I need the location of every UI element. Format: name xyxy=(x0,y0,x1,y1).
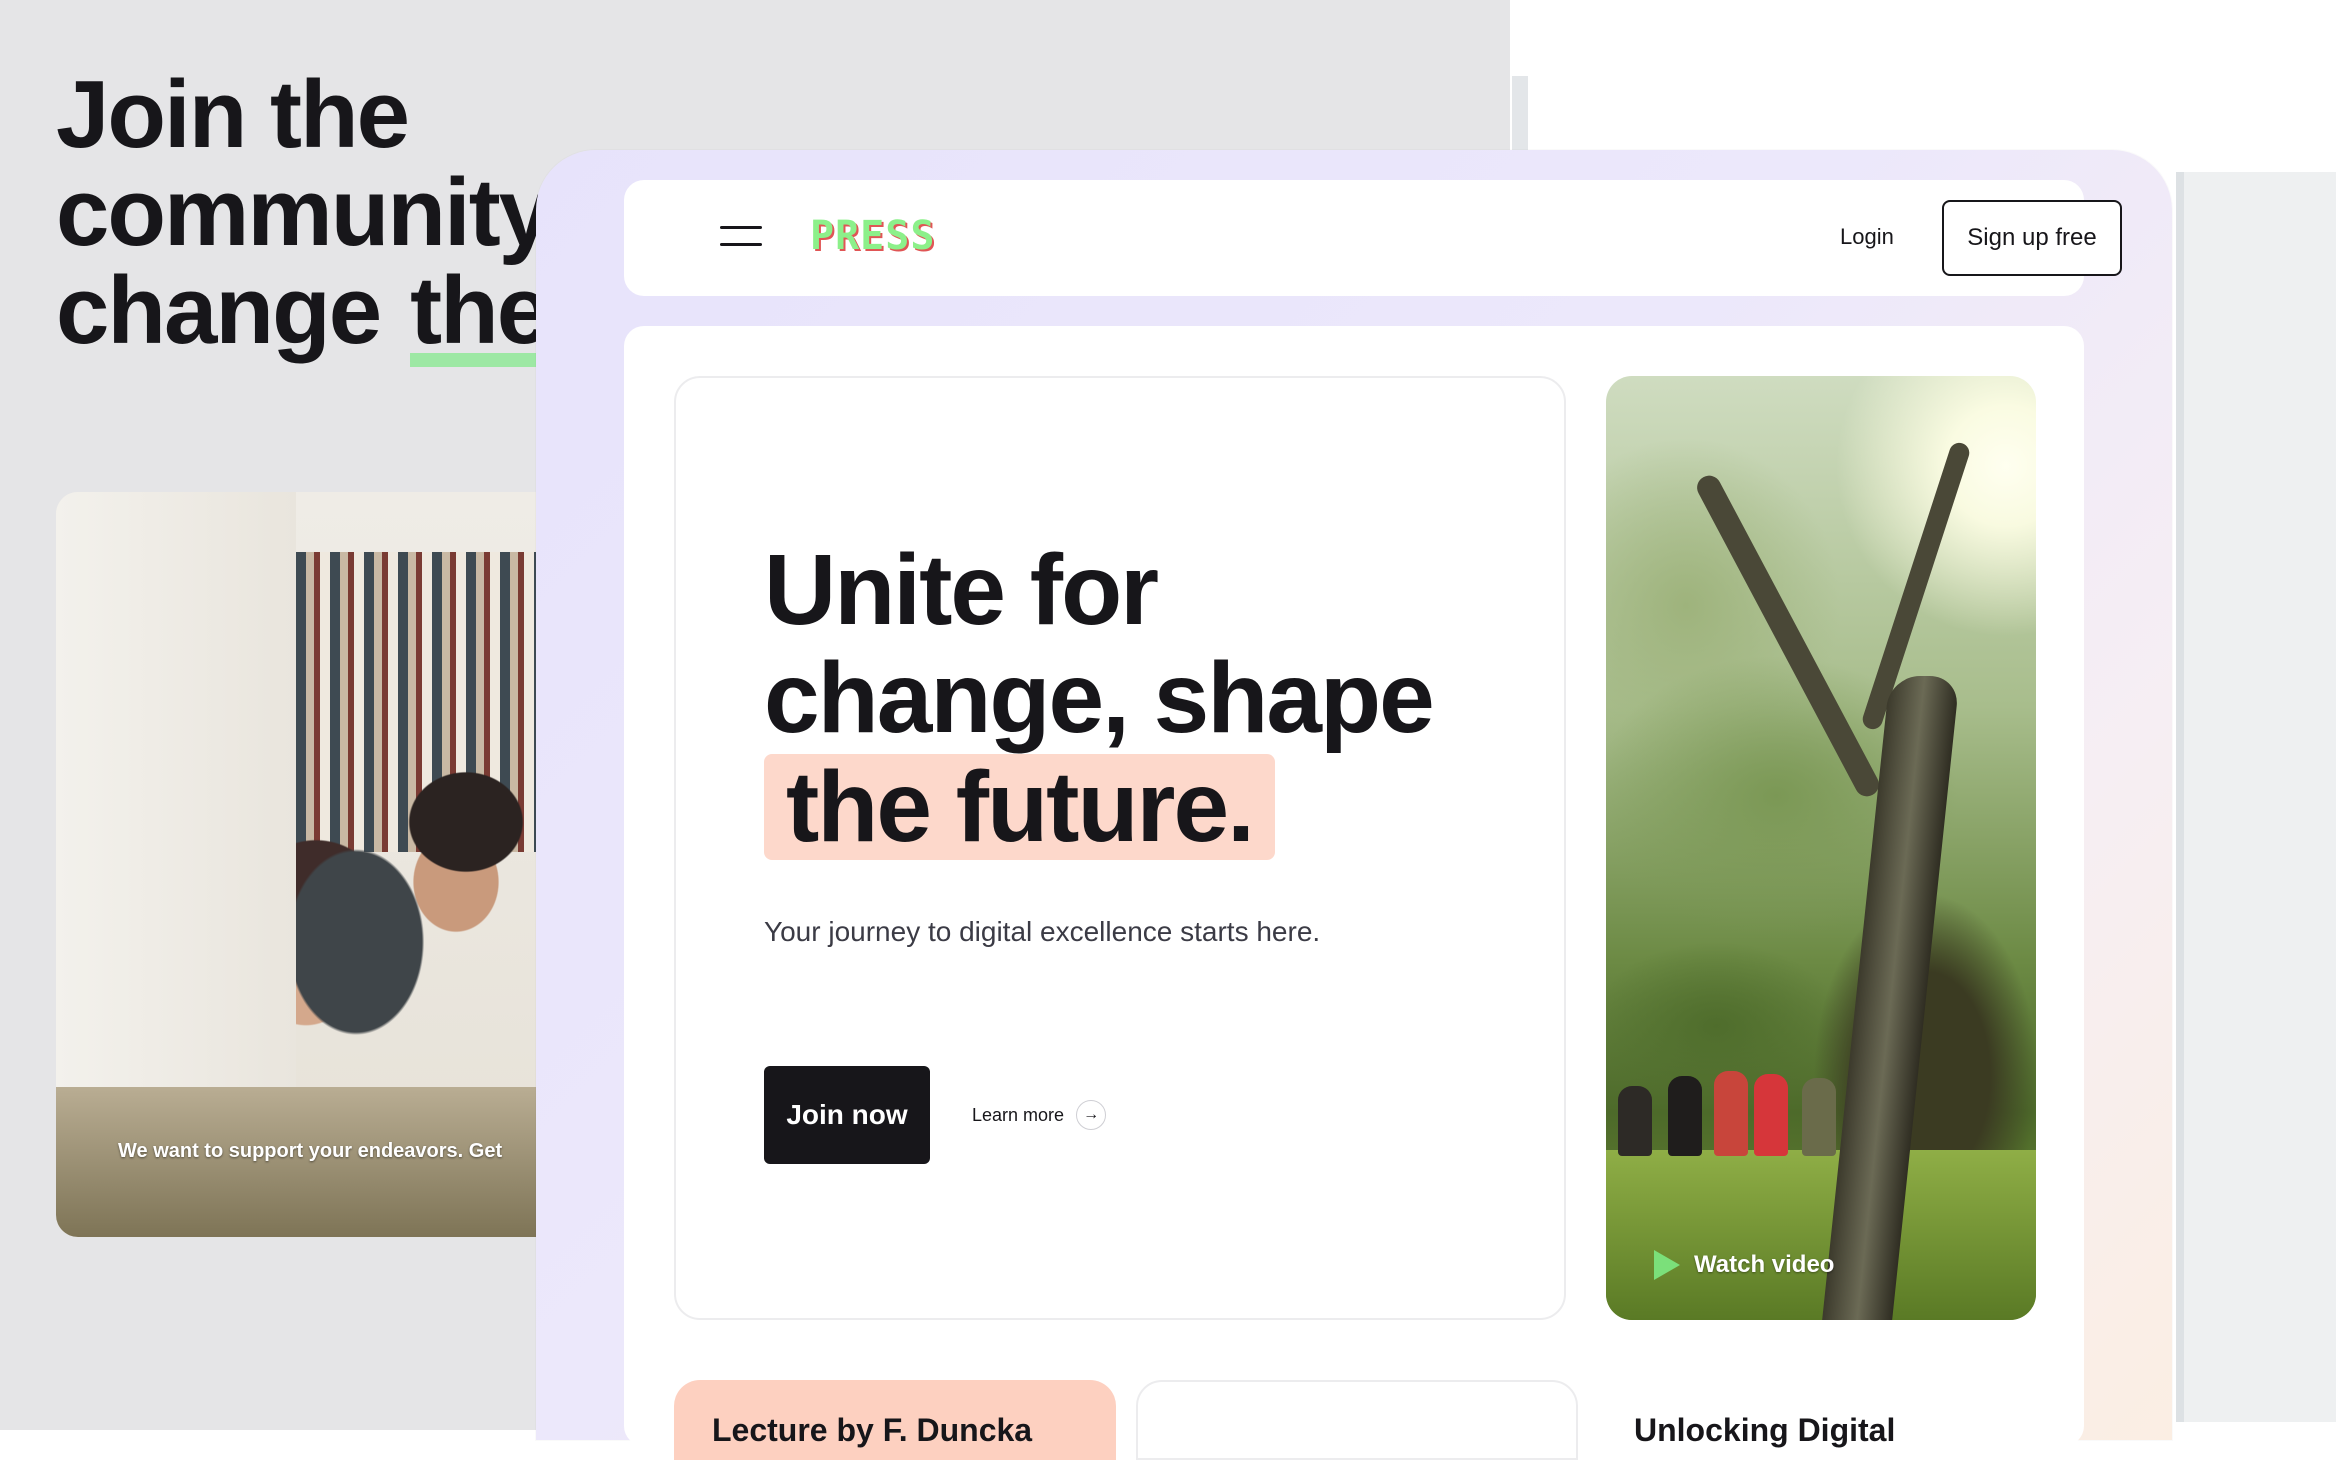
menu-line xyxy=(720,226,762,229)
background-side-panel xyxy=(2176,172,2336,1422)
lecture-card[interactable]: Lecture by F. Duncka xyxy=(674,1380,1116,1460)
landing-page-preview: PRESS Login Sign up free Unite for chang… xyxy=(536,150,2172,1460)
person xyxy=(1714,1071,1748,1156)
hamburger-menu-icon[interactable] xyxy=(720,226,762,246)
video-card[interactable]: Watch video xyxy=(1606,376,2036,1320)
hero-title-line-1: Unite for xyxy=(764,534,1159,646)
community-photo: We want to support your endeavors. Get xyxy=(56,492,616,1237)
learn-more-link[interactable]: Learn more → xyxy=(972,1100,1107,1130)
back-page-heading: Join the community change the xyxy=(56,66,552,367)
people-group xyxy=(1606,1036,1906,1156)
menu-line xyxy=(720,243,762,246)
blank-card[interactable] xyxy=(1136,1380,1578,1460)
top-navigation: PRESS Login Sign up free xyxy=(624,180,2122,296)
unlocking-digital-title: Unlocking Digital xyxy=(1634,1412,1896,1448)
login-link[interactable]: Login xyxy=(1840,224,1894,250)
hero-card: Unite for change, shape the future. Your… xyxy=(674,376,1566,1320)
person xyxy=(1618,1086,1652,1156)
background-strip xyxy=(1512,76,1528,156)
hero-title-line-2: change, shape xyxy=(764,642,1435,754)
person xyxy=(1802,1078,1836,1156)
back-heading-line-2: community xyxy=(56,159,552,266)
tree-branch xyxy=(1692,471,1884,801)
grass xyxy=(1606,1150,2036,1320)
play-icon xyxy=(1654,1250,1680,1280)
back-heading-line-1: Join the xyxy=(56,61,410,168)
hero-title: Unite for change, shape the future. xyxy=(764,534,1435,861)
hero-subtitle: Your journey to digital excellence start… xyxy=(764,916,1321,947)
lecture-card-title: Lecture by F. Duncka xyxy=(712,1412,1033,1448)
back-heading-line-3: change xyxy=(56,257,382,364)
watch-video-label: Watch video xyxy=(1694,1251,1835,1278)
hero-title-highlight: the future. xyxy=(764,754,1275,860)
press-logo[interactable]: PRESS xyxy=(810,214,935,258)
person xyxy=(1668,1076,1702,1156)
photo-caption: We want to support your endeavors. Get xyxy=(118,1140,503,1162)
sign-up-button[interactable]: Sign up free xyxy=(1942,200,2122,276)
main-content-card: Unite for change, shape the future. Your… xyxy=(624,326,2084,1460)
back-heading-highlight: the xyxy=(410,263,550,367)
learn-more-label: Learn more xyxy=(972,1104,1065,1125)
arrow-right-icon: → xyxy=(1076,1100,1107,1130)
person xyxy=(1754,1074,1788,1156)
join-now-button[interactable]: Join now xyxy=(764,1066,930,1164)
watch-video-button[interactable]: Watch video xyxy=(1654,1250,1834,1280)
